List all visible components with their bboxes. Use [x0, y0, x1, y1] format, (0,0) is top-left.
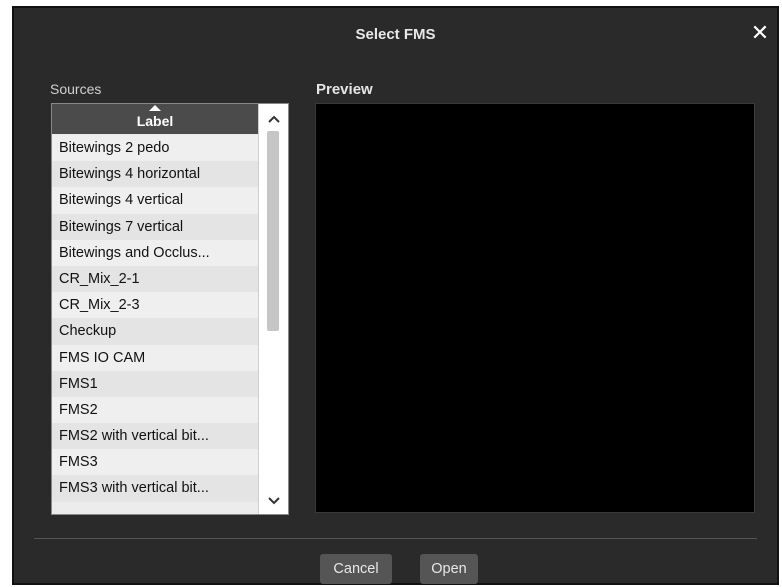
- list-item[interactable]: Bitewings and Occlus...: [52, 239, 258, 266]
- open-button[interactable]: Open: [420, 554, 478, 584]
- list-item[interactable]: FMS2: [52, 396, 258, 424]
- column-header-label: Label: [136, 113, 174, 129]
- list-item[interactable]: CR_Mix_2-1: [52, 265, 258, 293]
- list-item[interactable]: FMS2 with vertical bit...: [52, 423, 258, 450]
- preview-label: Preview: [316, 81, 373, 98]
- label-column-header[interactable]: Label: [52, 104, 258, 134]
- select-fms-dialog: Select FMS ✕ Sources Preview Label Bitew…: [12, 6, 779, 585]
- cancel-button[interactable]: Cancel: [320, 554, 392, 584]
- list-item[interactable]: FMS1: [52, 370, 258, 397]
- list-scrollbar[interactable]: [258, 104, 288, 514]
- chevron-down-icon[interactable]: [259, 490, 288, 512]
- list-item[interactable]: Bitewings 2 pedo: [52, 135, 258, 162]
- footer-divider: [34, 538, 757, 539]
- preview-pane: [315, 103, 755, 513]
- chevron-up-icon[interactable]: [259, 108, 288, 130]
- list-item[interactable]: Checkup: [52, 318, 258, 345]
- list-item[interactable]: CR_Mix_2-3: [52, 292, 258, 319]
- close-icon[interactable]: ✕: [749, 22, 771, 44]
- sources-label: Sources: [50, 81, 102, 97]
- dialog-title: Select FMS: [355, 26, 436, 43]
- sources-list: Label Bitewings 2 pedo Bitewings 4 horiz…: [51, 103, 289, 515]
- list-item[interactable]: Bitewings 4 horizontal: [52, 161, 258, 188]
- list-item[interactable]: FMS3 with vertical bit...: [52, 475, 258, 502]
- scrollbar-thumb[interactable]: [267, 131, 279, 331]
- list-item[interactable]: FMS IO CAM: [52, 344, 258, 371]
- sort-ascending-icon: [149, 105, 161, 111]
- list-item[interactable]: Bitewings 4 vertical: [52, 187, 258, 214]
- list-item[interactable]: Bitewings 7 vertical: [52, 213, 258, 240]
- list-item[interactable]: FMS3: [52, 449, 258, 476]
- source-rows: Bitewings 2 pedo Bitewings 4 horizontal …: [52, 135, 258, 502]
